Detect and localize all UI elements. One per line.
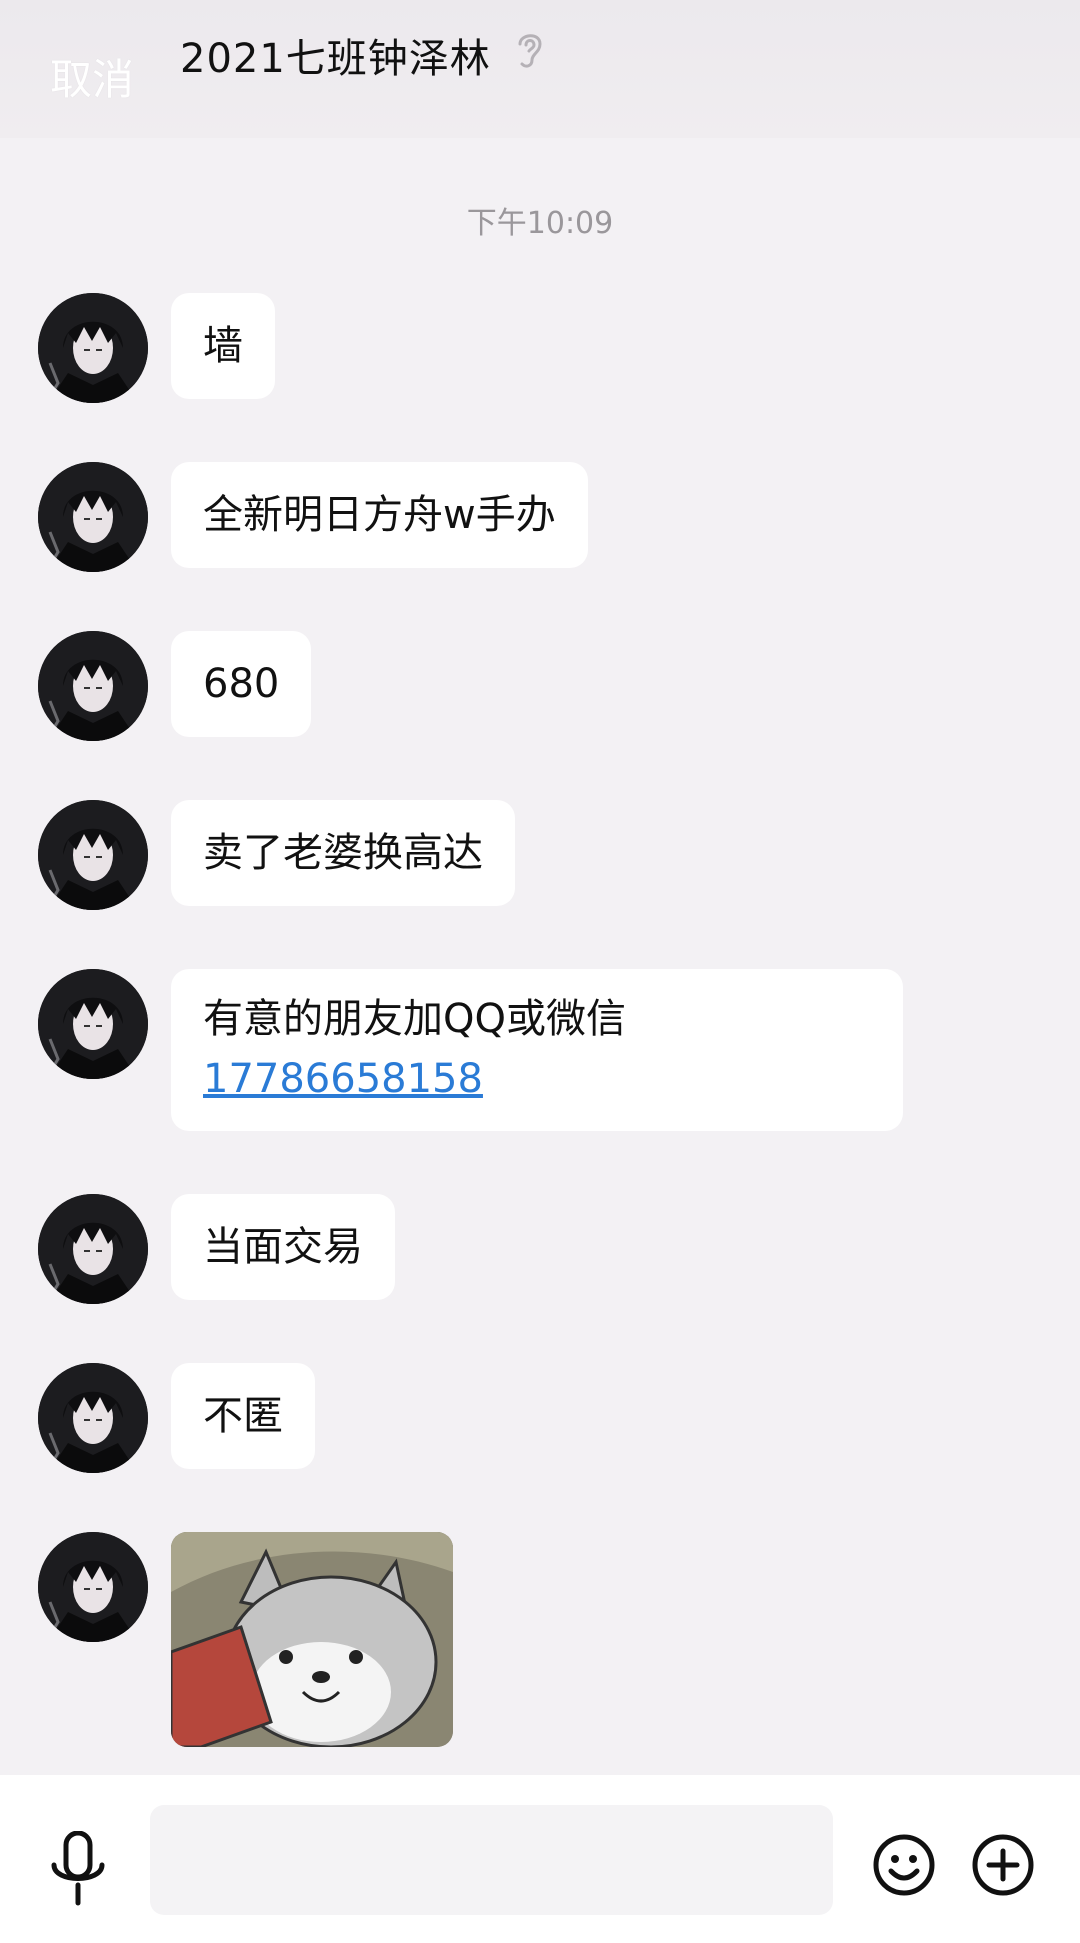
message-bubble[interactable]: 680 [171, 631, 312, 737]
message-bubble[interactable]: 墙 [171, 293, 275, 399]
input-bar [0, 1775, 1080, 1943]
message-bubble[interactable]: 不匿 [171, 1363, 315, 1469]
avatar[interactable] [38, 1363, 148, 1473]
ear-icon[interactable] [512, 28, 548, 72]
cancel-button[interactable]: 取消 [50, 46, 134, 107]
avatar[interactable] [38, 631, 148, 741]
chat-title: 2021七班钟泽林 [180, 36, 491, 82]
avatar[interactable] [38, 800, 148, 910]
message-text: 有意的朋友加QQ或微信 [203, 996, 626, 1042]
avatar[interactable] [38, 1194, 148, 1304]
plus-circle-icon[interactable] [971, 1833, 1035, 1897]
avatar[interactable] [38, 462, 148, 572]
message-bubble[interactable]: 卖了老婆换高达 [171, 800, 515, 906]
phone-number-link[interactable]: 17786658158 [203, 1049, 871, 1109]
message-bubble[interactable]: 全新明日方舟w手办 [171, 462, 588, 568]
sticker-image[interactable] [171, 1532, 453, 1747]
avatar[interactable] [38, 293, 148, 403]
smiley-icon[interactable] [872, 1833, 936, 1897]
avatar[interactable] [38, 1532, 148, 1642]
message-bubble[interactable]: 当面交易 [171, 1194, 395, 1300]
microphone-icon[interactable] [50, 1831, 106, 1907]
message-input[interactable] [150, 1805, 833, 1915]
message-timestamp: 下午10:09 [466, 206, 614, 241]
message-bubble[interactable]: 有意的朋友加QQ或微信 17786658158 [171, 969, 903, 1131]
chat-header: 取消 2021七班钟泽林 [0, 0, 1080, 138]
avatar[interactable] [38, 969, 148, 1079]
